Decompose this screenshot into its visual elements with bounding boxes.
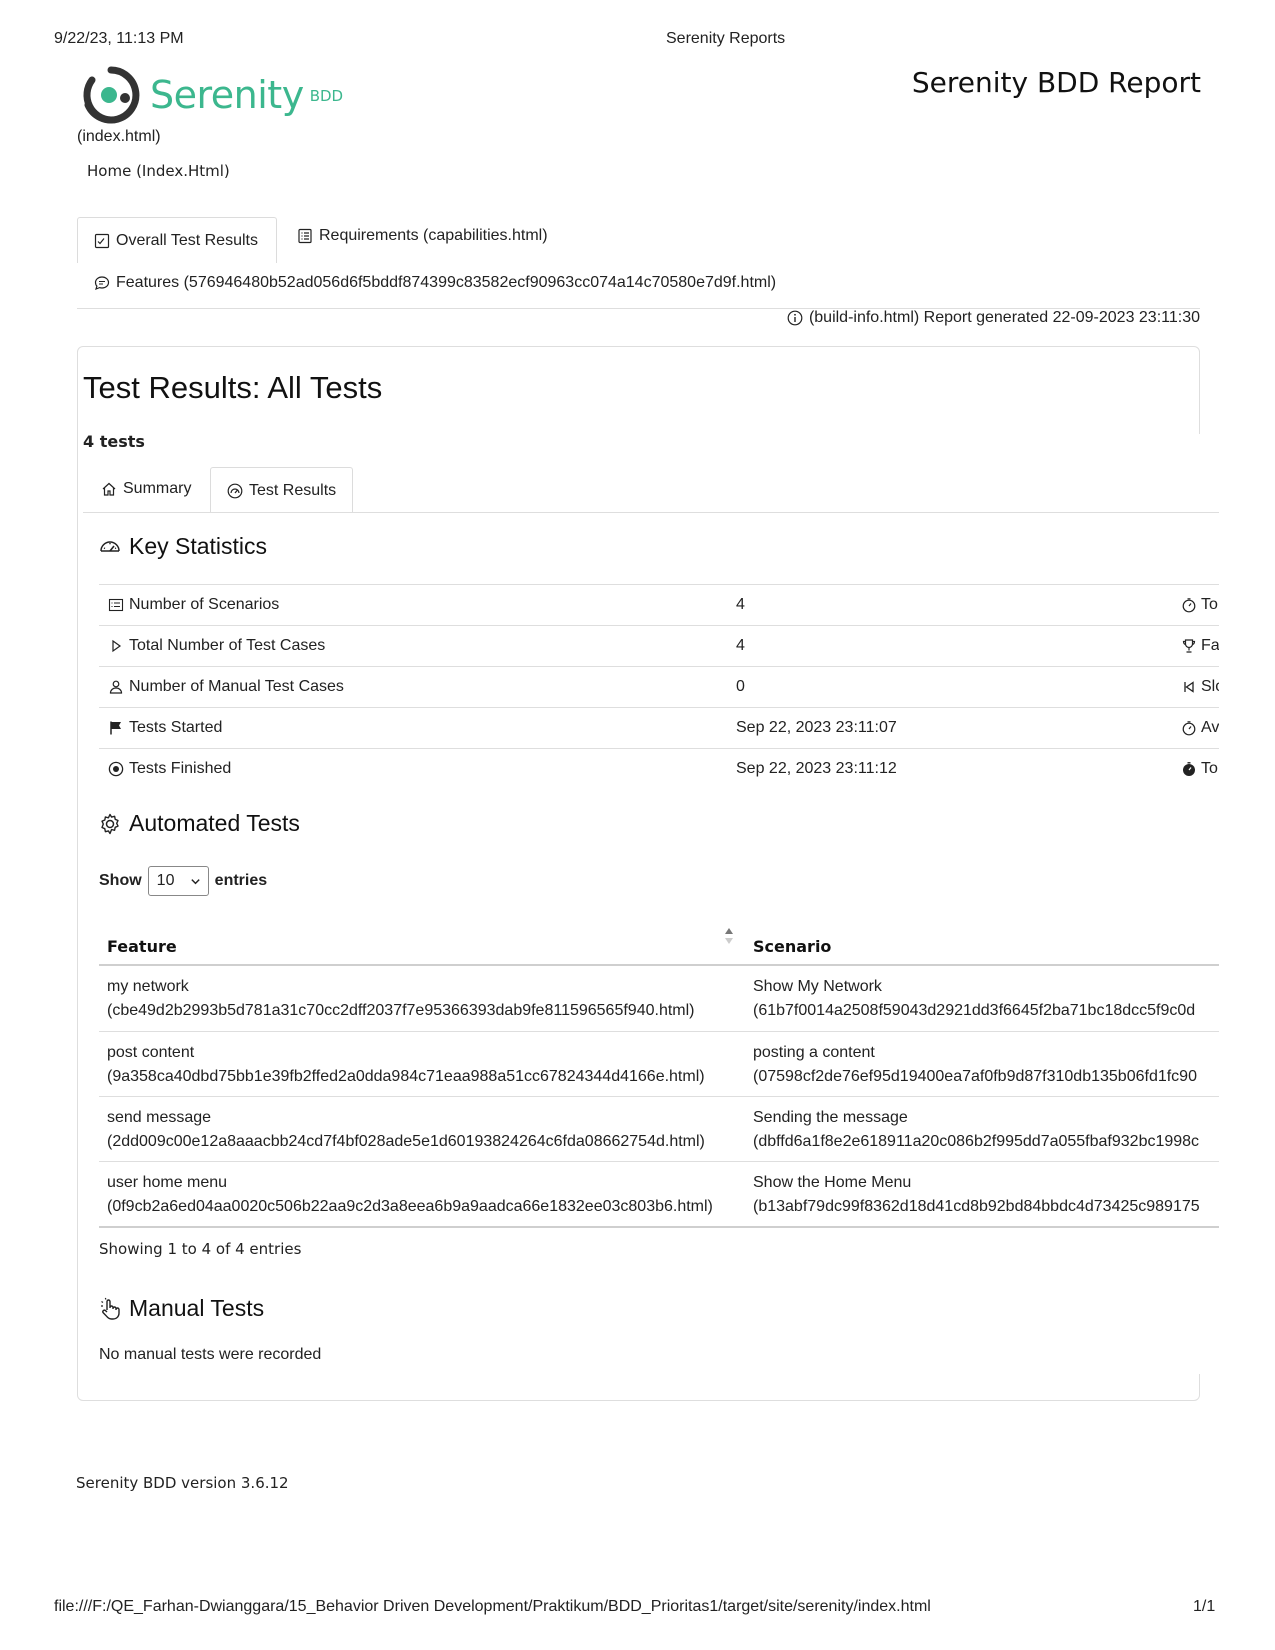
stopwatch-icon — [1180, 719, 1198, 737]
scenario-name[interactable]: posting a content — [753, 1041, 1197, 1065]
stat-side-label: To — [1201, 596, 1218, 613]
stat-label: Number of Scenarios — [129, 596, 280, 613]
sort-icon[interactable] — [724, 927, 734, 950]
stat-value: 0 — [736, 678, 745, 695]
feature-link[interactable]: (cbe49d2b2993b5d781a31c70cc2dff2037f7e95… — [107, 999, 695, 1023]
stat-value: Sep 22, 2023 23:11:07 — [736, 719, 897, 736]
feature-name[interactable]: user home menu — [107, 1171, 713, 1195]
automated-tests-heading: Automated Tests — [97, 810, 300, 837]
stat-row-test-cases: Total Number of Test Cases 4 Fa — [99, 625, 1219, 666]
stat-value: 4 — [736, 596, 745, 613]
key-statistics-heading: Key Statistics — [97, 533, 267, 560]
stat-row-manual-cases: Number of Manual Test Cases 0 Slo — [99, 666, 1219, 707]
flag-icon — [107, 719, 125, 737]
stat-value: Sep 22, 2023 23:11:12 — [736, 760, 897, 777]
column-header-feature[interactable]: Feature — [107, 937, 177, 956]
stopwatch-filled-icon — [1180, 760, 1198, 778]
scenario-name[interactable]: Show My Network — [753, 975, 1195, 999]
stat-side-label: Av — [1201, 719, 1219, 736]
scenario-name[interactable]: Show the Home Menu — [753, 1171, 1200, 1195]
heading-text: Manual Tests — [129, 1295, 265, 1321]
stat-label: Tests Started — [129, 719, 223, 736]
column-header-scenario[interactable]: Scenario — [753, 937, 831, 956]
print-footer-url: file:///F:/QE_Farhan-Dwianggara/15_Behav… — [54, 1598, 931, 1615]
table-row: my network (cbe49d2b2993b5d781a31c70cc2d… — [99, 966, 1219, 1031]
trophy-icon — [1180, 637, 1198, 655]
entries-label: entries — [214, 872, 268, 889]
chevron-down-icon — [190, 875, 202, 887]
table-row: user home menu (0f9cb2a6ed04aa0020c506b2… — [99, 1161, 1219, 1226]
feature-link[interactable]: (9a358ca40dbd75bb1e39fb2ffed2a0dda984c71… — [107, 1065, 705, 1089]
feature-link[interactable]: (2dd009c00e12a8aaacbb24cd7f4bf028ade5e1d… — [107, 1130, 705, 1154]
stat-label: Total Number of Test Cases — [129, 637, 326, 654]
stat-value: 4 — [736, 637, 745, 654]
manual-tests-message: No manual tests were recorded — [99, 1346, 322, 1363]
speedometer-icon — [97, 534, 123, 560]
card-content-area: Key Statistics Number of Scenarios 4 To … — [0, 0, 1219, 1650]
table-info: Showing 1 to 4 of 4 entries — [99, 1240, 302, 1258]
manual-tests-heading: Manual Tests — [97, 1295, 264, 1322]
feature-name[interactable]: my network — [107, 975, 695, 999]
stop-circle-icon — [107, 760, 125, 778]
play-icon — [107, 637, 125, 655]
feature-link[interactable]: (0f9cb2a6ed04aa0020c506b22aa9c2d3a8eea6b… — [107, 1195, 713, 1219]
serenity-version: Serenity BDD version 3.6.12 — [76, 1474, 289, 1492]
feature-name[interactable]: send message — [107, 1106, 705, 1130]
feature-name[interactable]: post content — [107, 1041, 705, 1065]
page-size-control: Show 10 entries — [99, 866, 267, 896]
stat-row-tests-started: Tests Started Sep 22, 2023 23:11:07 Av — [99, 707, 1219, 748]
stat-row-scenarios: Number of Scenarios 4 To — [99, 584, 1219, 625]
scenario-name[interactable]: Sending the message — [753, 1106, 1199, 1130]
stat-label: Tests Finished — [129, 760, 232, 777]
table-row: send message (2dd009c00e12a8aaacbb24cd7f… — [99, 1096, 1219, 1161]
table-footer-border — [99, 1226, 1219, 1228]
gear-icon — [97, 811, 123, 837]
skip-back-icon — [1180, 678, 1198, 696]
stat-row-tests-finished: Tests Finished Sep 22, 2023 23:11:12 To — [99, 748, 1219, 789]
hand-pointer-icon — [97, 1296, 123, 1322]
page-size-value: 10 — [156, 872, 175, 889]
scenario-link[interactable]: (07598cf2de76ef95d19400ea7af0fb9d87f310d… — [753, 1065, 1197, 1089]
stopwatch-icon — [1180, 596, 1198, 614]
stat-side-label: Slo — [1201, 678, 1219, 695]
stat-label: Number of Manual Test Cases — [129, 678, 344, 695]
table-row: post content (9a358ca40dbd75bb1e39fb2ffe… — [99, 1031, 1219, 1096]
heading-text: Key Statistics — [129, 533, 268, 559]
page-size-select[interactable]: 10 — [147, 866, 209, 896]
print-footer-page: 1/1 — [1193, 1598, 1216, 1615]
person-icon — [107, 678, 125, 696]
card-tabs-divider — [83, 512, 1219, 513]
heading-text: Automated Tests — [129, 810, 300, 836]
stat-side-label: To — [1201, 760, 1218, 777]
show-label: Show — [99, 872, 142, 889]
list-icon — [107, 596, 125, 614]
scenario-link[interactable]: (61b7f0014a2508f59043d2921dd3f6645f2ba71… — [753, 999, 1195, 1023]
scenario-link[interactable]: (dbffd6a1f8e2e618911a20c086b2f995dd7a055… — [753, 1130, 1199, 1154]
scenario-link[interactable]: (b13abf79dc99f8362d18d41cd8b92bd84bbdc4d… — [753, 1195, 1200, 1219]
stat-side-label: Fa — [1201, 637, 1219, 654]
